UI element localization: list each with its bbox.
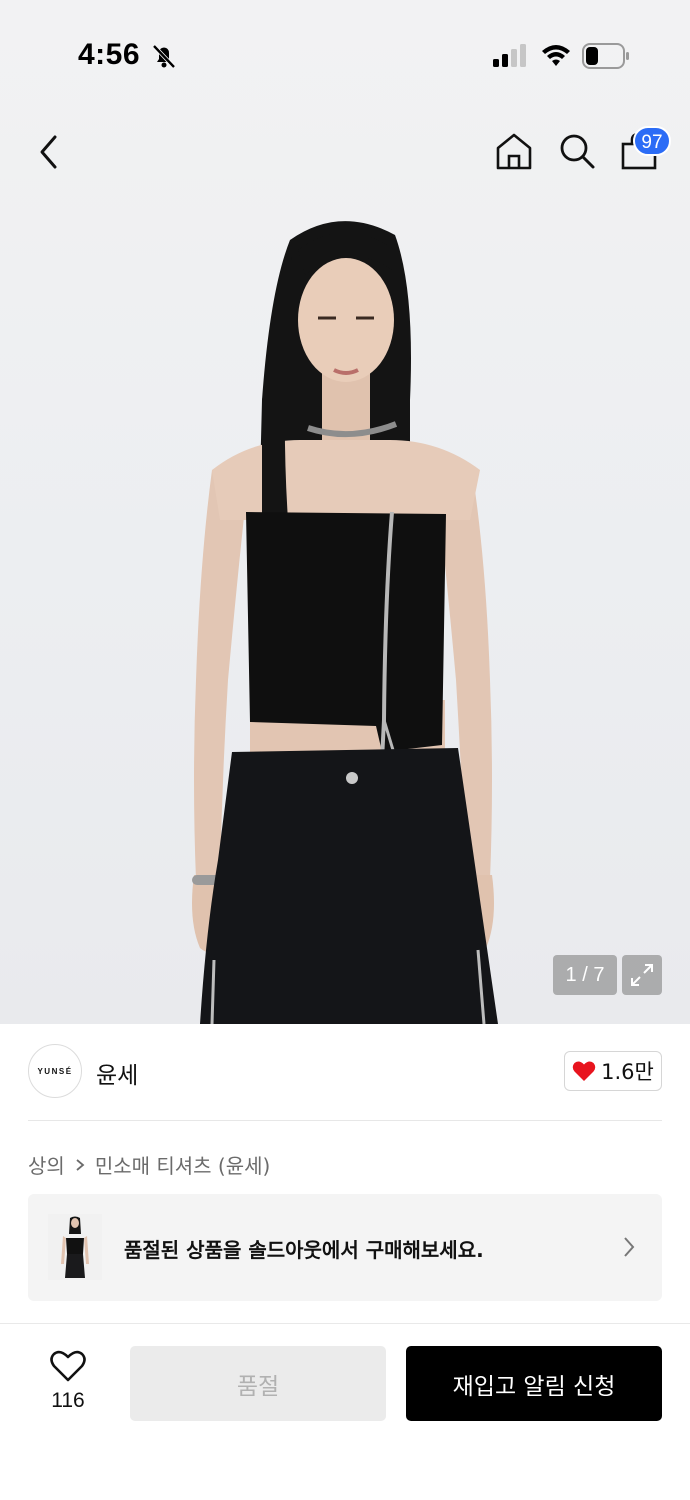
product-image-gallery[interactable]: 4:56 97 1 / 7 (0, 0, 690, 1024)
restock-alert-button[interactable]: 재입고 알림 신청 (406, 1346, 662, 1421)
soldout-promo-banner[interactable]: 품절된 상품을 솔드아웃에서 구매해보세요. (28, 1194, 662, 1301)
heart-filled-icon (572, 1061, 596, 1081)
breadcrumb: 상의 민소매 티셔츠 (윤세) (28, 1150, 270, 1179)
chevron-right-icon (76, 1158, 85, 1171)
brand-like-button[interactable]: 1.6만 (564, 1051, 662, 1091)
brand-like-count: 1.6만 (601, 1060, 654, 1084)
brand-logo-text: YUNSÉ (37, 1066, 73, 1076)
soldout-button: 품절 (130, 1346, 386, 1421)
image-counter: 1 / 7 (553, 955, 617, 995)
search-icon[interactable] (556, 130, 598, 172)
bell-slash-icon (152, 44, 176, 69)
cart-count-badge: 97 (633, 126, 671, 156)
breadcrumb-item-category[interactable]: 상의 (28, 1150, 65, 1179)
status-time: 4:56 (78, 38, 141, 71)
brand-logo[interactable]: YUNSÉ (28, 1044, 82, 1098)
battery-icon (582, 43, 629, 69)
expand-button[interactable] (622, 955, 662, 995)
breadcrumb-item-subcategory[interactable]: 민소매 티셔츠 (윤세) (95, 1150, 271, 1179)
chevron-left-icon[interactable] (30, 130, 70, 174)
chevron-right-icon (624, 1237, 635, 1257)
brand-name[interactable]: 윤세 (96, 1056, 138, 1090)
heart-outline-icon (50, 1350, 86, 1382)
bottom-bar-divider (0, 1323, 690, 1324)
wifi-icon (542, 45, 570, 66)
promo-text: 품절된 상품을 솔드아웃에서 구매해보세요. (124, 1238, 484, 1262)
home-icon[interactable] (493, 130, 535, 172)
status-bar: 4:56 (0, 0, 690, 110)
cellular-signal-icon (493, 44, 526, 67)
expand-icon (631, 964, 653, 986)
product-thumbnail (48, 1214, 102, 1280)
divider (28, 1120, 662, 1121)
wishlist-button[interactable]: 116 (40, 1348, 96, 1418)
wishlist-count: 116 (51, 1389, 85, 1412)
